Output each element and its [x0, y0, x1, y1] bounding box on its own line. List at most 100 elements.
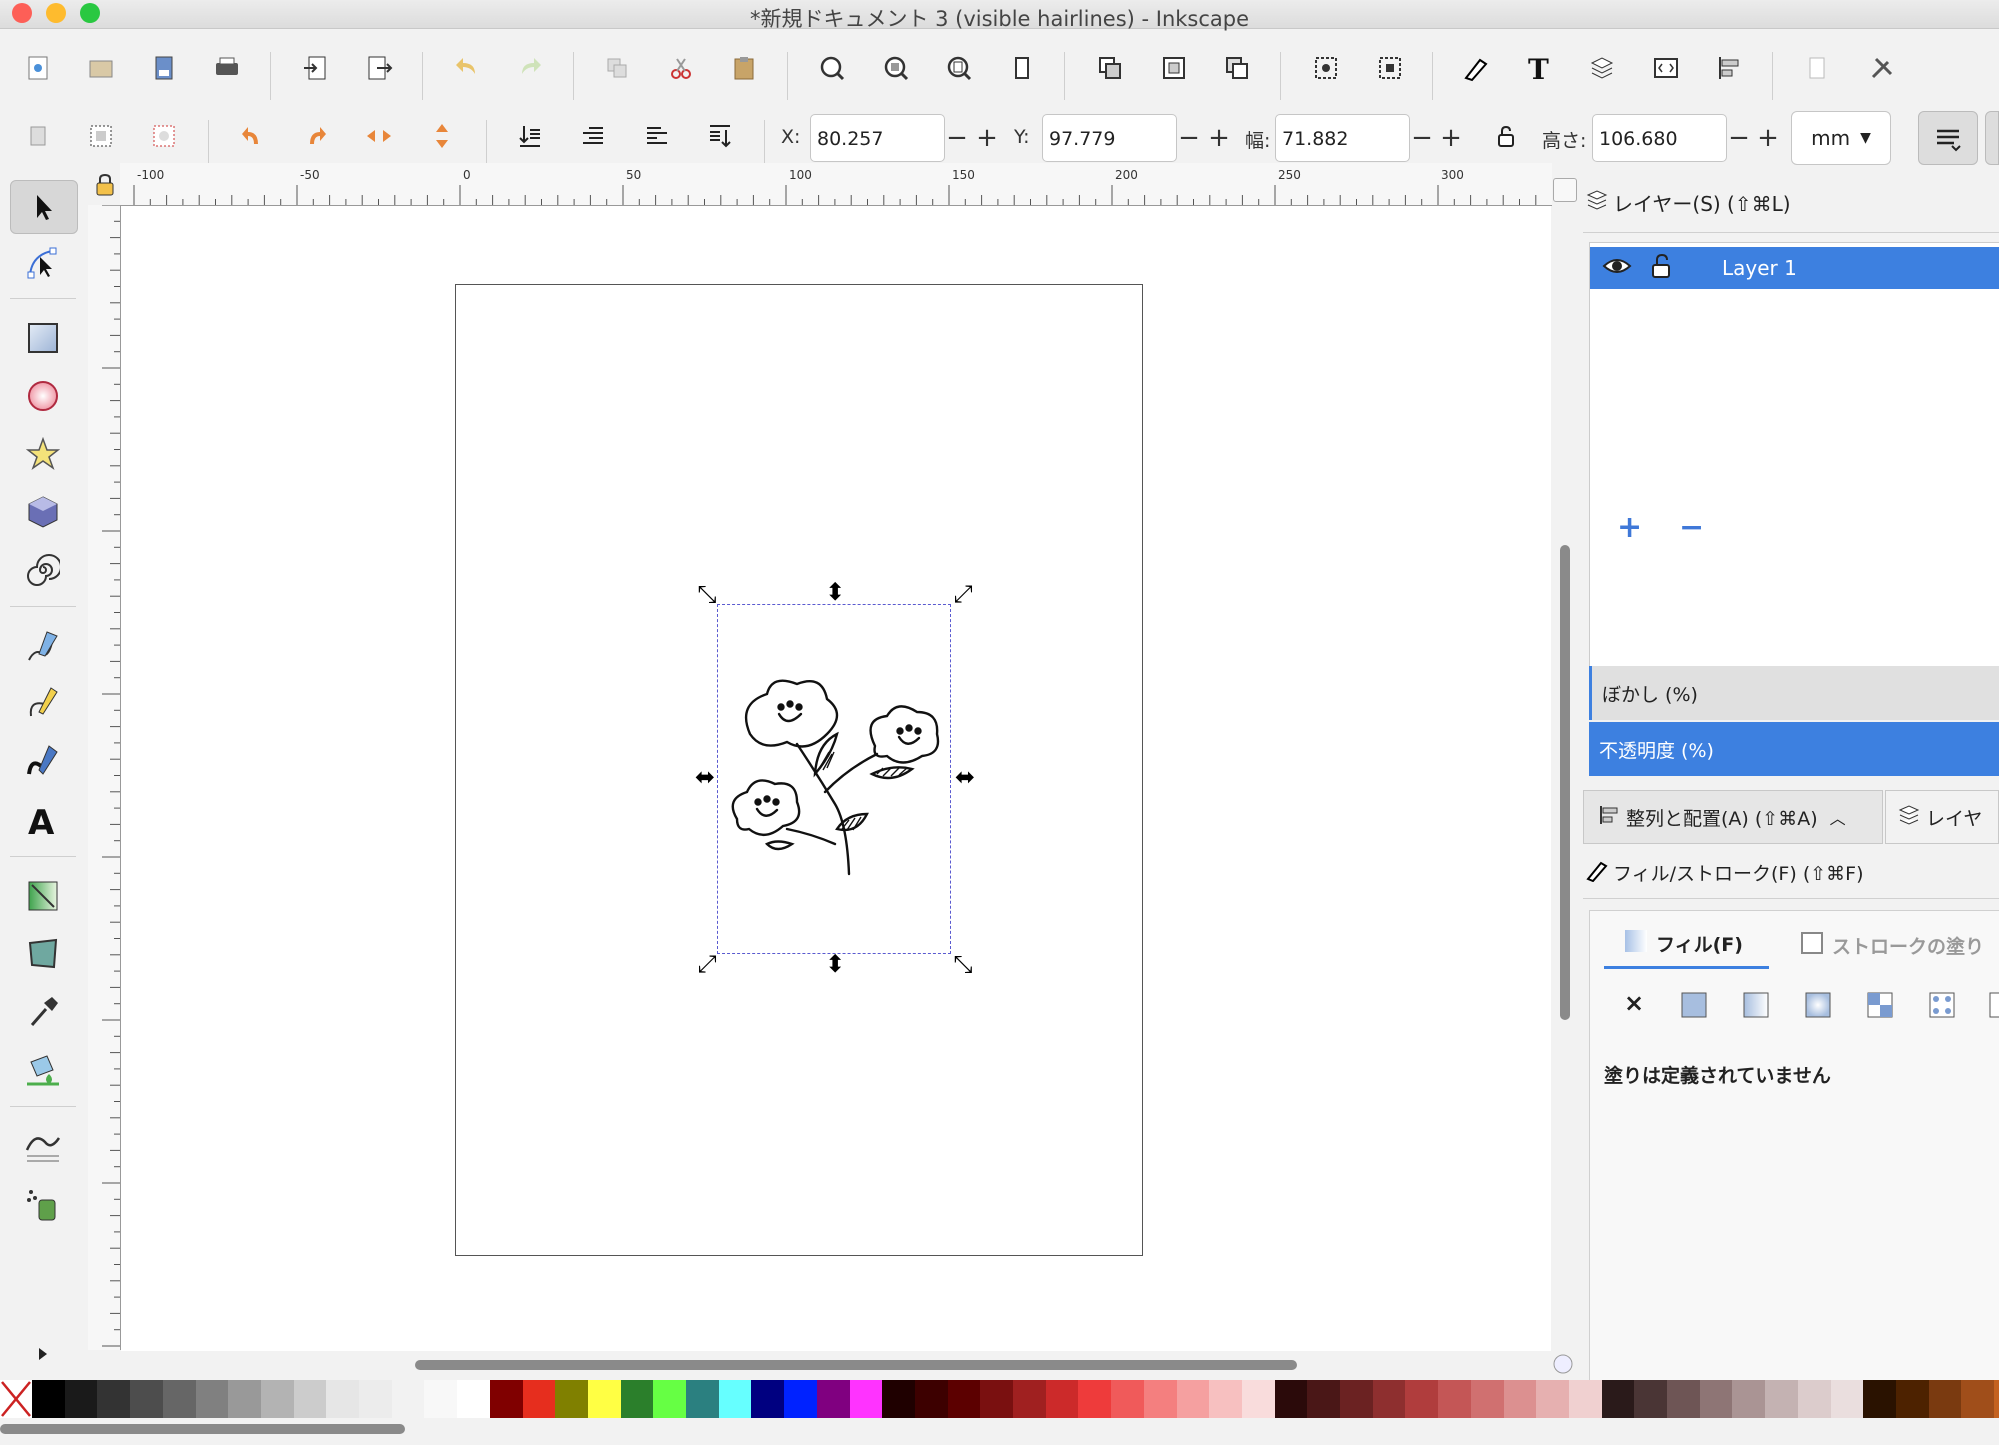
- blur-slider[interactable]: ぼかし (%): [1589, 666, 1999, 720]
- y-increment-button[interactable]: +: [1206, 114, 1232, 162]
- color-swatch[interactable]: [1895, 1380, 1929, 1418]
- vertical-scrollbar[interactable]: [1560, 545, 1570, 1020]
- tweak-tool-icon[interactable]: [10, 1120, 76, 1172]
- color-swatch[interactable]: [522, 1380, 556, 1418]
- color-swatch[interactable]: [1732, 1380, 1766, 1418]
- scale-handle-bottom[interactable]: ⬍: [822, 952, 848, 976]
- color-swatch[interactable]: [457, 1380, 491, 1418]
- color-swatch[interactable]: [686, 1380, 719, 1418]
- color-swatch[interactable]: [326, 1380, 360, 1418]
- paste-icon[interactable]: [724, 48, 764, 88]
- ellipse-tool-icon[interactable]: [10, 370, 76, 422]
- deselect-icon[interactable]: [144, 116, 184, 156]
- flip-vertical-icon[interactable]: [422, 116, 462, 156]
- mesh-tool-icon[interactable]: [10, 928, 76, 980]
- node-tool-icon[interactable]: [10, 236, 76, 288]
- color-swatch[interactable]: [195, 1380, 229, 1418]
- save-icon[interactable]: [144, 48, 184, 88]
- import-icon[interactable]: [296, 48, 336, 88]
- color-swatch[interactable]: [1209, 1380, 1243, 1418]
- pencil-tool-icon[interactable]: [10, 620, 76, 672]
- color-swatch[interactable]: [914, 1380, 948, 1418]
- raise-to-top-icon[interactable]: [510, 116, 550, 156]
- preferences-icon[interactable]: [1798, 48, 1838, 88]
- mesh-gradient-icon[interactable]: [1866, 991, 1894, 1023]
- color-swatch[interactable]: [1176, 1380, 1210, 1418]
- lower-to-bottom-icon[interactable]: [700, 116, 740, 156]
- new-document-icon[interactable]: [18, 48, 58, 88]
- x-increment-button[interactable]: +: [974, 114, 1000, 162]
- scale-handle-top-left[interactable]: ⤡: [694, 582, 720, 606]
- duplicate-icon[interactable]: [597, 48, 637, 88]
- color-swatch[interactable]: [1994, 1380, 1999, 1418]
- color-management-icon[interactable]: [1549, 1350, 1577, 1378]
- spray-tool-icon[interactable]: [10, 1178, 76, 1230]
- color-swatch[interactable]: [653, 1380, 687, 1418]
- lower-icon[interactable]: [637, 116, 677, 156]
- rotate-cw-icon[interactable]: [296, 116, 336, 156]
- text-tool-icon[interactable]: A: [10, 794, 76, 846]
- color-swatch[interactable]: [1274, 1380, 1308, 1418]
- color-swatch[interactable]: [1372, 1380, 1406, 1418]
- color-swatch[interactable]: [162, 1380, 196, 1418]
- color-swatch[interactable]: [1928, 1380, 1962, 1418]
- height-decrement-button[interactable]: −: [1726, 114, 1752, 162]
- flat-color-icon[interactable]: [1680, 991, 1708, 1023]
- unit-select[interactable]: mm ▼: [1791, 111, 1891, 165]
- star-tool-icon[interactable]: [10, 428, 76, 480]
- y-decrement-button[interactable]: −: [1176, 114, 1202, 162]
- layers-panel-header[interactable]: レイヤー(S) (⇧⌘L): [1585, 188, 1791, 217]
- color-swatch[interactable]: [751, 1380, 785, 1418]
- color-swatch[interactable]: [1568, 1380, 1602, 1418]
- dropper-tool-icon[interactable]: [10, 986, 76, 1038]
- export-icon[interactable]: [359, 48, 399, 88]
- color-swatch[interactable]: [130, 1380, 164, 1418]
- color-swatch[interactable]: [1438, 1380, 1472, 1418]
- color-swatch[interactable]: [1536, 1380, 1570, 1418]
- zoom-selection-icon[interactable]: [812, 48, 852, 88]
- trace-bitmap-icon[interactable]: [1370, 48, 1410, 88]
- lock-open-icon[interactable]: [1650, 253, 1672, 283]
- selector-tool-icon[interactable]: [10, 180, 78, 234]
- color-swatch[interactable]: [1078, 1380, 1112, 1418]
- raise-icon[interactable]: [573, 116, 613, 156]
- y-input[interactable]: 97.779: [1042, 114, 1177, 162]
- clone-icon[interactable]: [1217, 48, 1257, 88]
- scale-handle-bottom-left[interactable]: ⤢: [694, 952, 720, 976]
- color-swatch[interactable]: [882, 1380, 916, 1418]
- undo-icon[interactable]: [447, 48, 487, 88]
- redo-icon[interactable]: [510, 48, 550, 88]
- 3d-box-tool-icon[interactable]: [10, 486, 76, 538]
- color-swatch[interactable]: [980, 1380, 1014, 1418]
- color-swatch[interactable]: [424, 1380, 458, 1418]
- xml-editor-icon[interactable]: [1646, 48, 1686, 88]
- flip-horizontal-icon[interactable]: [359, 116, 399, 156]
- paint-bucket-tool-icon[interactable]: [10, 1044, 76, 1096]
- ungroup-icon[interactable]: [1154, 48, 1194, 88]
- scale-handle-bottom-right[interactable]: ⤡: [950, 952, 976, 976]
- layers-tab[interactable]: レイヤ: [1885, 790, 1999, 844]
- color-swatch[interactable]: [391, 1380, 425, 1418]
- pattern-icon[interactable]: [1928, 991, 1956, 1023]
- commands-bar-toggle-icon[interactable]: [1918, 111, 1978, 165]
- color-swatch[interactable]: [784, 1380, 818, 1418]
- color-swatch[interactable]: [555, 1380, 589, 1418]
- color-swatch[interactable]: [849, 1380, 883, 1418]
- color-swatch[interactable]: [1667, 1380, 1700, 1418]
- scale-handle-left[interactable]: ⬌: [692, 765, 718, 789]
- palette-scrollbar[interactable]: [0, 1424, 405, 1434]
- swatch-icon[interactable]: [1988, 991, 1999, 1019]
- color-swatch[interactable]: [1863, 1380, 1897, 1418]
- color-swatch[interactable]: [1241, 1380, 1275, 1418]
- color-swatch[interactable]: [1405, 1380, 1439, 1418]
- color-swatch[interactable]: [620, 1380, 654, 1418]
- snap-bar-toggle[interactable]: [1985, 111, 1999, 165]
- eye-visible-icon[interactable]: [1602, 254, 1632, 282]
- lock-ratio-icon[interactable]: [1486, 116, 1526, 156]
- color-swatch[interactable]: [1045, 1380, 1079, 1418]
- color-swatch[interactable]: [718, 1380, 752, 1418]
- color-swatch[interactable]: [1961, 1380, 1995, 1418]
- color-swatch[interactable]: [1797, 1380, 1831, 1418]
- color-swatch[interactable]: [1634, 1380, 1668, 1418]
- height-increment-button[interactable]: +: [1755, 114, 1781, 162]
